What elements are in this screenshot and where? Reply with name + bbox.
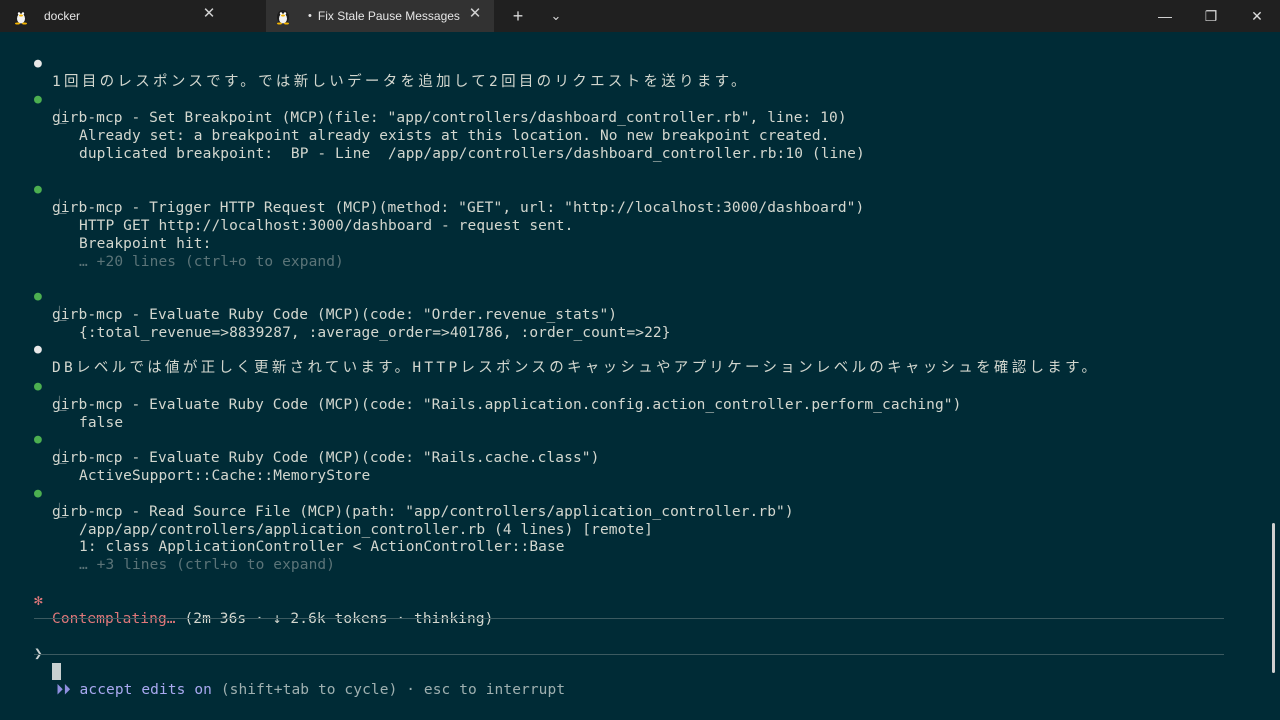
close-tab-icon[interactable]: ✕ — [202, 6, 216, 21]
penguin-icon — [15, 10, 27, 25]
footer-hint: ⏵⏵ accept edits on (shift+tab to cycle) … — [28, 663, 565, 698]
tool-result-line: ⎿ /app/app/controllers/application_contr… — [52, 504, 653, 538]
collapsed-lines-hint[interactable]: … +3 lines (ctrl+o to expand) — [28, 538, 335, 573]
tab-fix-stale-pause-messages[interactable]: • Fix Stale Pause Messages ✕ — [266, 0, 494, 32]
result-branch-icon: ⎿ — [52, 450, 67, 466]
input-bottom-divider — [34, 654, 1224, 655]
tool-call-line: ● girb-mcp - Read Source File (MCP)(path… — [34, 486, 794, 520]
spinner-icon: ✻ — [34, 593, 43, 609]
tool-output-line: Breakpoint hit: — [79, 236, 212, 252]
tool-result-line: ⎿ false — [52, 397, 124, 431]
status-line: ✻ Contemplating… (2m 36s · ↓ 2.6k tokens… — [28, 574, 493, 627]
tool-result-line: ⎿ Already set: a breakpoint already exis… — [52, 110, 830, 144]
footer-hint-text: (shift+tab to cycle) · esc to interrupt — [211, 682, 566, 698]
terminal-left-padding — [0, 32, 28, 720]
tab-label: docker — [44, 9, 81, 23]
result-branch-icon: ⎿ — [52, 110, 67, 126]
assistant-message: ● 1回目のレスポンスです。では新しいデータを追加して2回目のリクエストを送りま… — [34, 56, 749, 90]
result-branch-icon: ⎿ — [52, 307, 67, 323]
tab-dropdown-chevron-icon[interactable]: ⌄ — [542, 4, 570, 28]
modified-dot: • — [308, 10, 312, 22]
tab-label: Fix Stale Pause Messages — [317, 9, 460, 23]
result-branch-icon: ⎿ — [52, 200, 67, 216]
tool-call-line: ● girb-mcp - Evaluate Ruby Code (MCP)(co… — [34, 379, 962, 413]
terminal-right-padding — [1252, 32, 1280, 720]
collapsed-lines-hint[interactable]: … +20 lines (ctrl+o to expand) — [28, 235, 344, 270]
window-controls: — ❐ ✕ — [1142, 0, 1280, 32]
tool-call-line: ● girb-mcp - Set Breakpoint (MCP)(file: … — [34, 92, 847, 126]
terminal-output[interactable]: ● 1回目のレスポンスです。では新しいデータを追加して2回目のリクエストを送りま… — [28, 32, 1252, 720]
result-branch-icon: ⎿ — [52, 504, 67, 520]
assistant-message: ● DBレベルでは値が正しく更新されています。HTTPレスポンスのキャッシュやア… — [34, 342, 1100, 376]
tool-call-line: ● girb-mcp - Evaluate Ruby Code (MCP)(co… — [34, 289, 618, 323]
message-bullet-icon: ● — [34, 342, 42, 357]
tab-actions: + ⌄ — [504, 0, 570, 32]
status-label: Contemplating… — [52, 611, 176, 627]
tool-result-line: ⎿ {:total_revenue=>8839287, :average_ord… — [52, 307, 671, 341]
status-detail: (2m 36s · ↓ 2.6k tokens · thinking) — [175, 611, 494, 627]
close-window-button[interactable]: ✕ — [1234, 0, 1280, 32]
message-bullet-icon: ● — [34, 56, 42, 71]
tool-result-line: ⎿ HTTP GET http://localhost:3000/dashboa… — [52, 200, 574, 234]
tool-call-line: ● girb-mcp - Evaluate Ruby Code (MCP)(co… — [34, 432, 600, 466]
penguin-icon — [277, 10, 289, 25]
tab-docker[interactable]: docker ✕ — [0, 0, 228, 32]
tab-bar: docker ✕ • Fix Stale Pause Messages ✕ + … — [0, 0, 1280, 32]
input-top-divider — [34, 618, 1224, 619]
close-tab-icon[interactable]: ✕ — [468, 6, 482, 21]
scrollbar-thumb[interactable] — [1272, 523, 1275, 673]
new-tab-button[interactable]: + — [504, 4, 532, 28]
tool-output-line: 1: class ApplicationController < ActionC… — [79, 539, 565, 555]
minimize-button[interactable]: — — [1142, 0, 1188, 32]
prompt-input[interactable]: ❯ — [28, 627, 63, 680]
result-branch-icon: ⎿ — [52, 397, 67, 413]
tool-output-line: duplicated breakpoint: BP - Line /app/ap… — [79, 146, 865, 162]
mode-arrows-icon: ⏵⏵ — [56, 682, 71, 698]
restore-button[interactable]: ❐ — [1188, 0, 1234, 32]
tool-result-line: ⎿ ActiveSupport::Cache::MemoryStore — [52, 450, 371, 484]
accept-edits-mode[interactable]: accept edits on — [71, 682, 212, 698]
tool-call-line: ● girb-mcp - Trigger HTTP Request (MCP)(… — [34, 182, 865, 216]
